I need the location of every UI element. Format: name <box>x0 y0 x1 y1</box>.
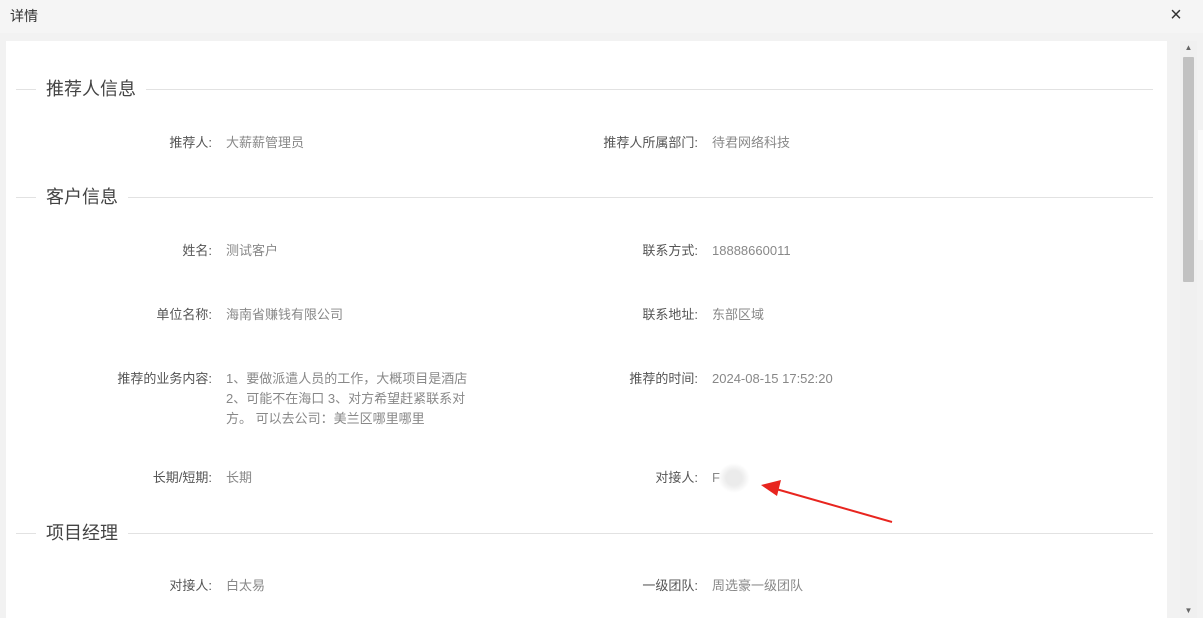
annotation-arrow-shaft <box>775 488 893 523</box>
scrollbar[interactable]: ▲ ▼ <box>1180 41 1197 618</box>
scrollbar-thumb[interactable] <box>1183 57 1194 282</box>
scroll-up-icon[interactable]: ▲ <box>1180 41 1197 55</box>
annotation-arrow <box>761 480 893 523</box>
annotation-arrow-head <box>761 480 781 496</box>
scroll-down-icon[interactable]: ▼ <box>1180 604 1197 618</box>
background-window-edge <box>1198 130 1203 240</box>
